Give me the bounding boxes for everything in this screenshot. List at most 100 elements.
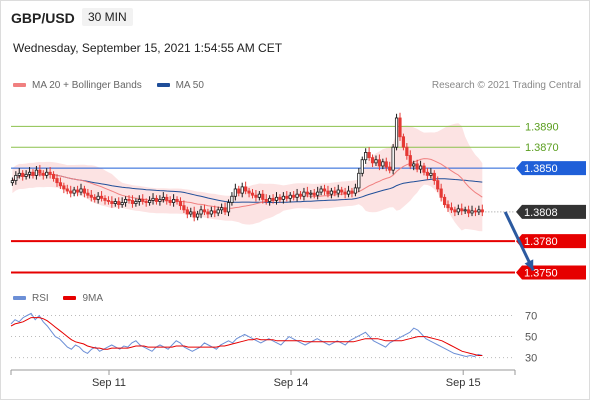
candle-body [137, 198, 141, 202]
candle-body [288, 194, 292, 199]
candle-body [350, 190, 354, 194]
candle-body [298, 193, 303, 197]
candle-body [158, 198, 162, 202]
candle-body [456, 208, 460, 213]
candle-body [480, 209, 484, 213]
candle-body [322, 188, 327, 192]
candle-body [398, 117, 402, 138]
candle-body [364, 152, 368, 161]
rsi-tick-label: 30 [525, 353, 537, 365]
candle-body [340, 189, 344, 193]
candle-body [394, 117, 399, 148]
rsi-line [10, 312, 483, 358]
candle-body [45, 171, 49, 176]
candle-body [442, 196, 447, 206]
candle-body [415, 163, 419, 170]
candle-body [477, 209, 481, 213]
candle-body [247, 190, 251, 194]
candle-body [189, 211, 193, 215]
candle-body [271, 197, 275, 201]
candle-body [254, 194, 258, 198]
candle-body [130, 200, 135, 204]
chart-svg: 1.3890 1.3870 1.3850 1.3808 1.3780 1.3750 70 50… [10, 112, 586, 389]
candle-body [466, 209, 471, 214]
candle-body [178, 201, 183, 207]
candle-body [185, 209, 189, 215]
candle-body [75, 189, 80, 193]
candle-body [432, 172, 436, 182]
candle-body [165, 196, 169, 201]
time-tick-label: Sep 14 [274, 377, 309, 389]
candle-body [281, 195, 285, 200]
candle-body [285, 195, 289, 199]
candle-body [223, 207, 227, 213]
candle-body [384, 161, 388, 168]
candle-body [346, 190, 351, 195]
candle-body [302, 191, 306, 197]
candle-body [209, 210, 213, 215]
candle-body [460, 208, 464, 212]
candle-body [34, 169, 39, 176]
candle-body [17, 172, 21, 176]
candle-body [257, 193, 261, 198]
candle-body [360, 159, 364, 174]
level-label-1.3870: 1.3870 [525, 142, 559, 154]
level-label-1.3808: 1.3808 [524, 207, 558, 219]
candle-body [453, 209, 457, 213]
candle-body [86, 192, 90, 196]
candle-body [93, 196, 97, 200]
candle-body [69, 190, 73, 194]
candle-body [401, 136, 406, 148]
candle-body [123, 198, 128, 203]
candle-body [429, 172, 433, 176]
candle-body [367, 152, 371, 159]
time-tick-label: Sep 11 [92, 377, 126, 389]
candle-body [312, 192, 316, 196]
candle-body [196, 213, 200, 218]
candle-body [62, 185, 66, 190]
candle-body [319, 188, 323, 193]
candle-body [182, 205, 186, 211]
candle-body [31, 171, 35, 176]
candle-body [79, 188, 83, 193]
candle-body [127, 198, 131, 201]
candle-body [151, 197, 155, 201]
candle-body [278, 196, 282, 200]
candle-body [418, 165, 423, 170]
candle-body [305, 191, 309, 195]
candle-body [425, 171, 430, 176]
candle-body [27, 171, 32, 175]
level-label-1.3890: 1.3890 [525, 121, 559, 133]
candle-body [463, 209, 467, 212]
candle-body [141, 198, 145, 202]
candle-body [408, 155, 412, 167]
candle-body [237, 188, 241, 194]
time-tick-label: Sep 15 [446, 377, 481, 389]
candle-body [72, 189, 76, 194]
candle-body [377, 159, 382, 167]
candle-body [14, 174, 18, 182]
candle-body [264, 198, 268, 202]
candle-body [106, 200, 111, 202]
candle-body [41, 172, 45, 176]
candle-body [10, 180, 14, 184]
candle-body [240, 186, 244, 194]
candle-body [175, 198, 179, 202]
candle-body [333, 190, 337, 194]
candle-body [51, 173, 56, 179]
candle-body [391, 146, 395, 171]
candle-body [233, 188, 237, 197]
candle-body [24, 173, 28, 177]
candle-body [329, 190, 333, 195]
level-label-1.3750: 1.3750 [524, 267, 558, 279]
level-label-1.3850: 1.3850 [524, 163, 558, 175]
candle-body [172, 198, 176, 203]
candle-body [199, 209, 203, 215]
candle-body [230, 195, 234, 203]
candle-body [357, 172, 361, 189]
candle-body [206, 211, 210, 215]
candle-body [103, 197, 107, 201]
candle-body [110, 201, 114, 204]
candle-body [374, 159, 378, 164]
candle-body [353, 187, 358, 194]
